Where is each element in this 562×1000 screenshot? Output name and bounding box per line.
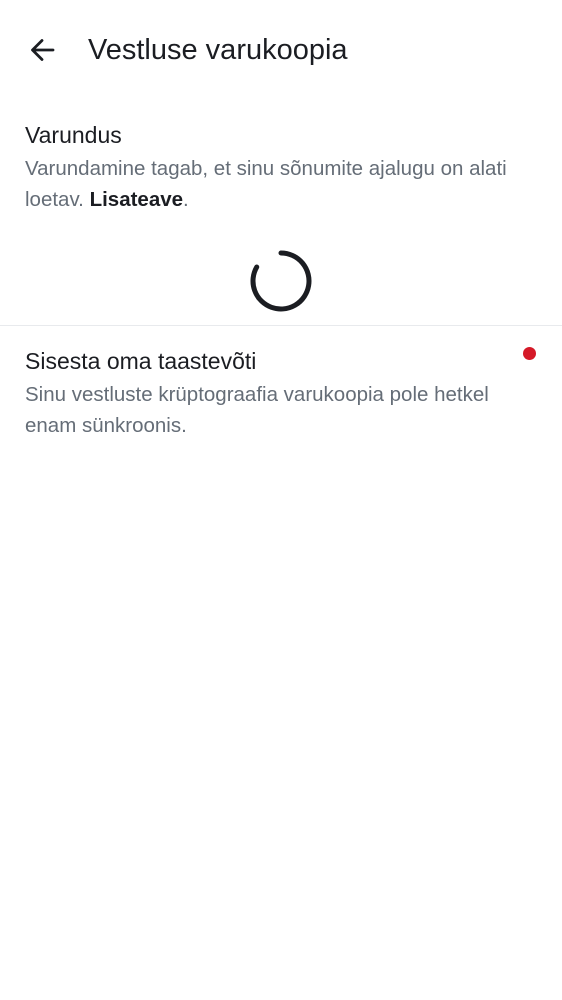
loading-spinner-icon xyxy=(250,250,312,312)
recovery-description: Sinu vestluste krüptograafia varukoopia … xyxy=(25,383,489,437)
chat-backup-screen: Vestluse varukoopia Varundus Varundamine… xyxy=(0,0,562,1000)
red-dot-indicator xyxy=(523,347,536,360)
back-button[interactable] xyxy=(20,28,64,72)
backup-description-end: . xyxy=(183,188,189,211)
backup-section: Varundus Varundamine tagab, et sinu sõnu… xyxy=(0,118,562,326)
page-title: Vestluse varukoopia xyxy=(88,34,348,66)
arrow-left-icon xyxy=(31,39,55,61)
learn-more-link[interactable]: Lisateave xyxy=(90,188,183,211)
top-app-bar: Vestluse varukoopia xyxy=(0,0,562,100)
backup-description: Varundamine tagab, et sinu sõnumite ajal… xyxy=(25,153,525,215)
section-divider xyxy=(0,325,562,326)
recovery-title: Sisesta oma taastevõti xyxy=(25,348,257,374)
backup-title: Varundus xyxy=(25,122,122,148)
enter-recovery-key-item[interactable]: Sisesta oma taastevõti Sinu vestluste kr… xyxy=(0,344,562,454)
